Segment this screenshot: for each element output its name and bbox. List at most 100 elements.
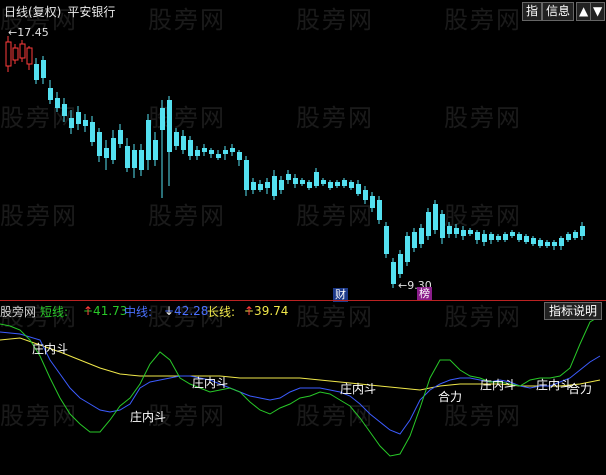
candle-body	[321, 180, 326, 184]
candle-body	[237, 152, 242, 160]
candle-body	[146, 120, 151, 160]
panel-divider	[0, 300, 606, 301]
title-bar: 日线(复权) 平安银行 指 信息 ▲ ▼	[0, 0, 606, 22]
candle-body	[468, 230, 473, 234]
candle-body	[167, 100, 172, 152]
candle-body	[384, 226, 389, 254]
stock-name: 平安银行	[67, 5, 116, 19]
candle-body	[195, 150, 200, 156]
chart-canvas[interactable]	[0, 0, 606, 475]
arrow-down-icon[interactable]: ▼	[590, 2, 605, 21]
candle-body	[153, 140, 158, 160]
candle-body	[223, 150, 228, 154]
candle-body	[356, 184, 361, 194]
candle-body	[111, 138, 116, 160]
candle-body	[104, 148, 109, 158]
candle-body	[34, 64, 39, 80]
price-high-label: 17.45	[17, 26, 49, 39]
candle-body	[300, 180, 305, 184]
candle-body	[510, 232, 515, 236]
signal-label: 合力	[438, 390, 463, 404]
arrow-up-icon[interactable]: ▲	[576, 2, 591, 21]
candle-body	[454, 228, 459, 234]
candle-body	[314, 172, 319, 186]
indicator-button[interactable]: 指	[522, 2, 543, 21]
candle-body	[230, 148, 235, 152]
candle-body	[293, 178, 298, 184]
mid-line-label: 中线:	[124, 305, 153, 319]
candle-body	[90, 122, 95, 142]
candle-body	[76, 112, 81, 124]
info-button[interactable]: 信息	[542, 2, 575, 21]
candle-body	[419, 228, 424, 244]
candle-body	[41, 60, 46, 78]
indicator-legend: 股旁网 短线: +41.73 ↑ 中线: +42.28 ↓ 长线: +39.74 ↑	[0, 303, 289, 320]
candle-body	[251, 182, 256, 190]
signal-label: 庄内斗	[130, 410, 167, 424]
candle-body	[349, 182, 354, 188]
candle-body	[517, 234, 522, 240]
signal-label: 庄内斗	[340, 382, 377, 396]
period-label[interactable]: 日线(复权)	[4, 5, 61, 19]
candle-body	[188, 140, 193, 156]
arrow-up-icon: ↑	[244, 304, 255, 318]
candle-body	[447, 226, 452, 234]
candle-body	[433, 204, 438, 230]
candle-body	[26, 47, 33, 65]
candle-body	[475, 232, 480, 240]
long-line-label: 长线:	[207, 305, 236, 319]
candle-body	[69, 118, 74, 128]
candle-body	[244, 160, 249, 190]
candle-body	[202, 148, 207, 152]
candle-body	[482, 234, 487, 242]
candle-body	[216, 154, 221, 158]
candle-body	[279, 180, 284, 190]
candlestick-series	[5, 36, 585, 288]
candle-body	[426, 212, 431, 236]
candle-body	[335, 182, 340, 186]
candle-body	[524, 236, 529, 242]
chart-title: 日线(复权) 平安银行	[4, 3, 115, 20]
candle-body	[97, 132, 102, 156]
candle-body	[461, 230, 466, 236]
candle-body	[83, 120, 88, 126]
candle-body	[55, 98, 60, 108]
candle-body	[398, 254, 403, 274]
candle-body	[118, 130, 123, 144]
candle-body	[62, 104, 67, 116]
candle-body	[377, 200, 382, 220]
event-badge-ranking[interactable]: 榜	[417, 287, 432, 301]
signal-label: 庄内斗	[32, 342, 69, 356]
short-line-label: 短线:	[40, 305, 69, 319]
signal-label: 庄内斗	[536, 378, 573, 392]
price-low-arrow-icon: ←	[398, 279, 408, 292]
candle-body	[265, 182, 270, 188]
chart-window: 股旁网 股旁网 股旁网 股旁网 股旁网 股旁网 股旁网 股旁网 股旁网 股旁网 股旁网 股旁网 股旁网股…	[0, 0, 606, 475]
candle-body	[405, 236, 410, 262]
indicator-name[interactable]: 股旁网	[0, 303, 36, 320]
candle-body	[19, 43, 26, 59]
candle-body	[566, 234, 571, 240]
candle-body	[12, 47, 19, 61]
candle-body	[552, 242, 557, 246]
candle-body	[440, 214, 445, 238]
candle-body	[132, 150, 137, 168]
candle-body	[258, 184, 263, 190]
candle-body	[391, 262, 396, 284]
indicator-help-button[interactable]: 指标说明	[543, 302, 602, 320]
candle-body	[580, 226, 585, 236]
arrow-down-icon: ↓	[164, 304, 175, 318]
candle-body	[174, 132, 179, 146]
candle-body	[363, 190, 368, 200]
candle-body	[489, 234, 494, 240]
signal-label: 合力	[568, 382, 593, 396]
candle-body	[328, 182, 333, 188]
price-high-arrow-icon: ←	[8, 26, 18, 39]
candle-body	[370, 196, 375, 208]
candle-body	[545, 242, 550, 246]
price-high-marker: ←17.45	[8, 26, 49, 39]
candle-body	[531, 238, 536, 244]
candle-body	[307, 182, 312, 188]
candle-body	[503, 234, 508, 240]
candle-body	[125, 146, 130, 168]
